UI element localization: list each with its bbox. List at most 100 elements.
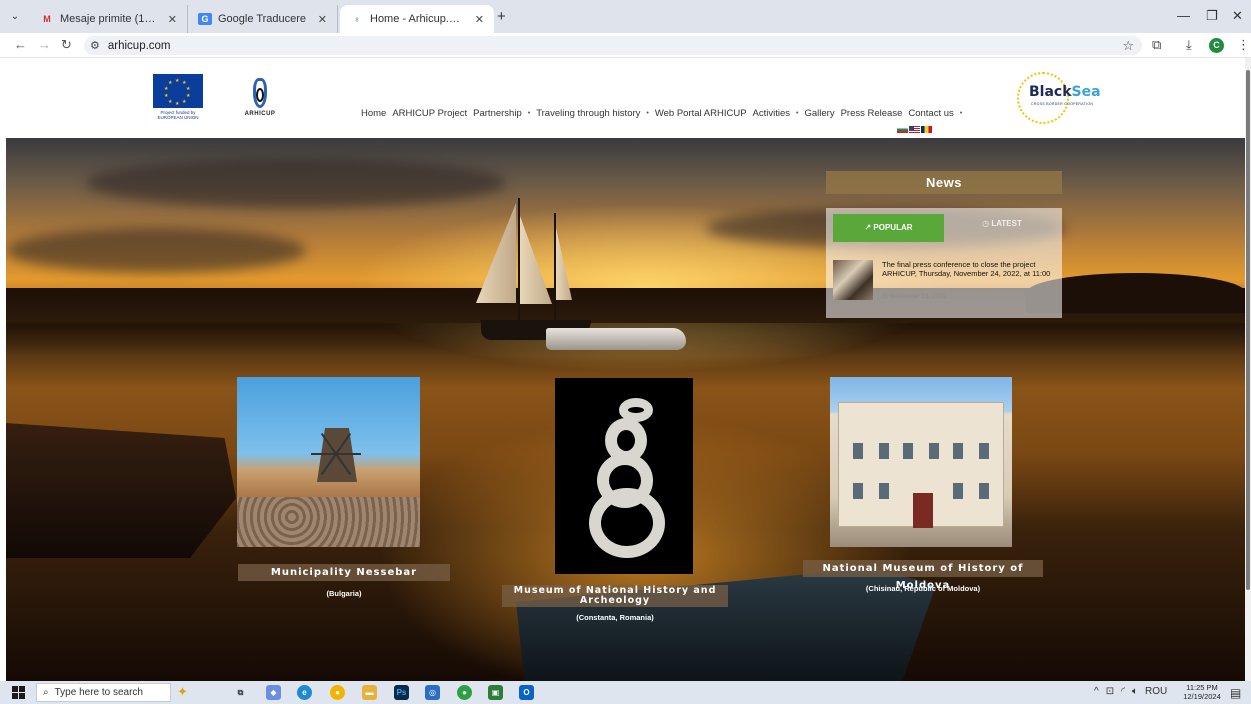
black-sea-logo-text: BlackSea xyxy=(1029,84,1101,100)
gmail-icon: M xyxy=(43,14,51,24)
extensions-icon[interactable]: ⧉ xyxy=(1152,37,1161,53)
file-explorer-icon[interactable]: ▬ xyxy=(362,685,377,700)
restore-icon[interactable]: ❐ xyxy=(1206,8,1218,24)
boat-left xyxy=(6,423,236,558)
system-tray: ^ ⊡ ◜ 🔈︎ ROU xyxy=(1094,686,1167,697)
tab-search-chevron-icon[interactable]: ⌄ xyxy=(6,8,24,26)
close-icon[interactable]: ✕ xyxy=(168,13,177,26)
nav-contact-us[interactable]: Contact us xyxy=(905,108,956,119)
news-thumbnail[interactable] xyxy=(833,260,873,300)
constanta-subtitle: (Constanta, Romania) xyxy=(576,613,654,622)
nav-traveling-through-history[interactable]: Traveling through history xyxy=(533,108,643,119)
nav-press-release[interactable]: Press Release xyxy=(838,108,906,119)
eu-caption: Project funded by EUROPEAN UNION xyxy=(157,110,199,120)
notifications-icon[interactable]: ▤ xyxy=(1230,686,1241,700)
moldova-label[interactable]: National Museum of History of Moldova xyxy=(803,560,1043,591)
bookmark-star-icon[interactable]: ☆ xyxy=(1122,38,1134,54)
flag-english-icon[interactable] xyxy=(909,126,920,133)
back-icon[interactable]: ← xyxy=(14,37,27,52)
tab-gmail[interactable]: M Mesaje primite (1.209) - ctalma ✕ xyxy=(30,5,188,33)
chevron-up-icon[interactable]: ^ xyxy=(1094,686,1099,697)
arhicup-logo[interactable]: ARHICUP xyxy=(238,78,282,122)
flag-romania-icon[interactable] xyxy=(921,126,932,133)
page-scrollbar[interactable] xyxy=(1245,58,1251,681)
tab-label: POPULAR xyxy=(873,223,913,232)
constanta-image[interactable] xyxy=(555,378,693,574)
store-icon[interactable]: ▣ xyxy=(488,685,503,700)
language-switcher xyxy=(897,126,932,133)
volume-icon[interactable]: 🔈︎ xyxy=(1132,686,1138,697)
nessebar-subtitle: (Bulgaria) xyxy=(326,589,362,598)
input-language[interactable]: ROU xyxy=(1145,686,1167,697)
tab-title: Home - Arhicup.com xyxy=(370,13,465,25)
taskbar-clock[interactable]: 11:25 PM 12/19/2024 xyxy=(1180,683,1224,701)
site-info-icon[interactable]: ⚙ xyxy=(90,39,100,52)
network-icon[interactable]: ⊡ xyxy=(1106,686,1114,697)
nav-gallery[interactable]: Gallery xyxy=(801,108,837,119)
news-title: News xyxy=(926,175,962,190)
snake-statue xyxy=(579,398,669,568)
outlook-icon[interactable]: O xyxy=(519,685,534,700)
browser-menu-icon[interactable]: ⋮ xyxy=(1237,37,1250,53)
new-tab-button[interactable]: + xyxy=(497,8,506,25)
forward-icon[interactable]: → xyxy=(38,37,51,52)
task-view-icon[interactable]: ⧉ xyxy=(233,685,248,700)
logo-word-sea: Sea xyxy=(1071,84,1101,100)
dropdown-dot-icon: • xyxy=(527,110,531,117)
nav-web-portal[interactable]: Web Portal ARHICUP xyxy=(652,108,750,119)
nav-arhicup-project[interactable]: ARHICUP Project xyxy=(389,108,470,119)
search-icon: ⌕ xyxy=(43,687,49,698)
download-icon[interactable]: ⤓ xyxy=(1186,37,1192,53)
news-tab-latest[interactable]: ◷ LATEST xyxy=(948,214,1056,242)
black-sea-logo: BlackSea CROSS BORDER COOPERATION xyxy=(1015,70,1101,126)
ship-mast xyxy=(518,198,520,323)
site-header: ★ ★ ★ ★ ★ ★ ★ ★ ★ ★ Project funded by EUROPEA… xyxy=(0,58,1251,138)
news-widget: ↗ POPULAR ◷ LATEST The final press confe… xyxy=(826,208,1062,318)
dropdown-dot-icon: • xyxy=(646,110,649,117)
news-date: ◷ November 23, 2022 xyxy=(882,292,947,300)
close-icon[interactable]: ✕ xyxy=(318,13,327,26)
minimize-icon[interactable]: — xyxy=(1177,8,1190,23)
nav-partnership[interactable]: Partnership xyxy=(470,108,525,119)
news-tab-popular[interactable]: ↗ POPULAR xyxy=(833,214,944,242)
black-sea-logo-subtitle: CROSS BORDER COOPERATION xyxy=(1031,102,1094,106)
browser-toolbar: ← → ↻ ⚙ arhicup.com ☆ ⧉ ⤓ C ⋮ xyxy=(0,33,1251,58)
chrome-icon[interactable]: ● xyxy=(330,685,345,700)
nessebar-label[interactable]: Municipality Nessebar xyxy=(238,564,450,581)
tab-arhicup[interactable]: ♁ Home - Arhicup.com ✕ xyxy=(340,5,494,33)
close-icon[interactable]: ✕ xyxy=(475,13,484,26)
news-date-text: November 23, 2022 xyxy=(889,293,947,300)
flag-bulgaria-icon[interactable] xyxy=(897,126,908,133)
reload-icon[interactable]: ↻ xyxy=(61,37,72,53)
profile-avatar[interactable]: C xyxy=(1209,38,1224,53)
tab-google-translate[interactable]: G Google Traducere ✕ xyxy=(188,5,338,33)
nav-activities[interactable]: Activities xyxy=(750,108,793,119)
nessebar-image[interactable] xyxy=(237,377,420,547)
constanta-label[interactable]: Museum of National History and Archeolog… xyxy=(502,585,728,607)
taskbar-search-input[interactable]: ⌕ Type here to search xyxy=(36,683,171,702)
edge-icon[interactable]: e xyxy=(297,685,312,700)
url-text: arhicup.com xyxy=(107,39,171,52)
widgets-icon[interactable]: ◆ xyxy=(266,685,281,700)
copilot-sparkle-icon[interactable]: ✦ xyxy=(177,684,188,700)
clock-date: 12/19/2024 xyxy=(1183,692,1221,701)
wifi-icon[interactable]: ◜ xyxy=(1121,686,1125,697)
tab-label: LATEST xyxy=(991,219,1022,228)
app-icon[interactable]: ◎ xyxy=(425,685,440,700)
moldova-subtitle: (Chisinau, Republic of Moldova) xyxy=(865,584,981,593)
dropdown-dot-icon: • xyxy=(959,110,963,117)
photoshop-icon[interactable]: Ps xyxy=(394,685,409,700)
app-green-icon[interactable]: ● xyxy=(457,685,472,700)
browser-tab-bar: ⌄ M Mesaje primite (1.209) - ctalma ✕ G … xyxy=(0,0,1251,33)
moldova-image[interactable] xyxy=(830,377,1012,547)
news-headline-link[interactable]: The final press conference to close the … xyxy=(882,260,1058,278)
search-placeholder: Type here to search xyxy=(54,687,143,698)
window-close-icon[interactable]: ✕ xyxy=(1232,8,1243,24)
address-bar[interactable]: ⚙ arhicup.com ☆ xyxy=(84,36,1142,55)
tab-title: Mesaje primite (1.209) - ctalma xyxy=(60,13,158,25)
scrollbar-thumb[interactable] xyxy=(1246,70,1250,590)
ship-sail xyxy=(476,203,516,303)
nav-home[interactable]: Home xyxy=(358,108,389,119)
windows-start-icon[interactable] xyxy=(12,686,25,699)
tab-title: Google Traducere xyxy=(218,13,307,25)
